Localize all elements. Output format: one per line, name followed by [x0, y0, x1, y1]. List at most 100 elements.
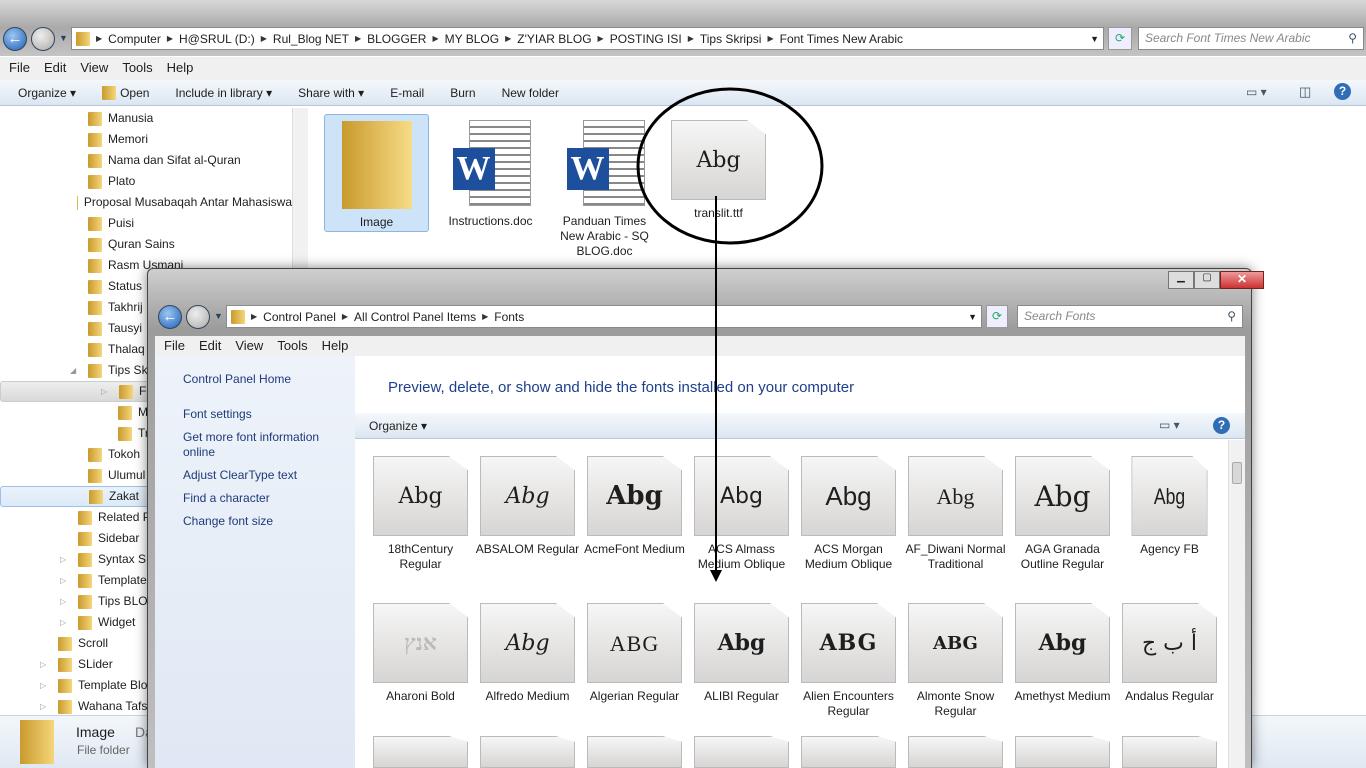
forward-button[interactable]: → [31, 27, 55, 51]
toolbar-e-mail[interactable]: E-mail [390, 86, 424, 100]
toolbar-burn[interactable]: Burn [450, 86, 475, 100]
font-preview-icon[interactable] [373, 736, 468, 768]
font-preview-icon[interactable] [1015, 736, 1110, 768]
expand-icon[interactable]: ▷ [40, 654, 52, 675]
recent-pages-dropdown[interactable]: ▼ [59, 33, 68, 43]
font-item[interactable]: Abg AcmeFont Medium [581, 456, 688, 557]
organize-button[interactable]: Organize ▾ [369, 419, 427, 433]
tree-item[interactable]: Quran Sains [0, 234, 292, 255]
font-item[interactable]: Abg 18thCentury Regular [367, 456, 474, 572]
search-input[interactable]: Search Font Times New Arabic ⚲ [1138, 27, 1364, 50]
maximize-button[interactable]: ▢ [1194, 271, 1220, 289]
address-dropdown-icon[interactable]: ▼ [968, 312, 977, 322]
breadcrumb-item[interactable]: Rul_Blog NET [273, 32, 349, 46]
font-item[interactable]: Abg ACS Almass Medium Oblique [688, 456, 795, 572]
help-icon[interactable]: ? [1334, 83, 1351, 100]
breadcrumb-separator[interactable]: ▶ [505, 34, 511, 43]
font-preview-icon[interactable] [801, 736, 896, 768]
expand-icon[interactable]: ▷ [60, 549, 72, 570]
minimize-button[interactable]: ▁ [1168, 271, 1194, 289]
task-link[interactable]: Control Panel Home [183, 372, 327, 387]
expand-icon[interactable]: ◢ [70, 360, 82, 381]
preview-pane-icon[interactable]: ◫ [1299, 84, 1311, 100]
font-preview-icon[interactable] [1122, 736, 1217, 768]
scrollbar-thumb[interactable] [1232, 462, 1242, 484]
font-preview-icon[interactable] [587, 736, 682, 768]
toolbar-new-folder[interactable]: New folder [502, 86, 559, 100]
menu-tools[interactable]: Tools [122, 60, 152, 77]
expand-icon[interactable]: ▷ [60, 570, 72, 591]
breadcrumb-separator[interactable]: ▶ [598, 34, 604, 43]
back-button[interactable]: ← [3, 27, 27, 51]
address-bar[interactable]: ▶ Control Panel ▶ All Control Panel Items ▶ F… [226, 305, 982, 328]
toolbar-open[interactable]: Open [102, 85, 149, 100]
expand-icon[interactable]: ▷ [101, 381, 113, 402]
breadcrumb-separator[interactable]: ▶ [342, 312, 348, 321]
breadcrumb-separator[interactable]: ▶ [167, 34, 173, 43]
tree-item[interactable]: Manusia [0, 108, 292, 129]
expand-icon[interactable]: ▷ [60, 612, 72, 633]
tree-item[interactable]: Plato [0, 171, 292, 192]
font-item[interactable]: Abg ALIBI Regular [688, 603, 795, 704]
breadcrumb-item[interactable]: Control Panel [263, 310, 336, 324]
breadcrumb-separator[interactable]: ▶ [482, 312, 488, 321]
breadcrumb-item[interactable]: Z'YIAR BLOG [517, 32, 591, 46]
recent-pages-dropdown[interactable]: ▼ [214, 311, 223, 321]
help-icon[interactable]: ? [1213, 417, 1230, 434]
task-link[interactable]: Get more font information online [183, 430, 327, 460]
content-scrollbar[interactable] [1228, 440, 1245, 768]
view-options-icon[interactable]: ▭ ▾ [1246, 85, 1267, 99]
back-button[interactable]: ← [158, 305, 182, 329]
close-button[interactable]: ✕ [1220, 271, 1264, 289]
menu-help[interactable]: Help [167, 60, 194, 77]
font-item[interactable]: Abg AGA Granada Outline Regular [1009, 456, 1116, 572]
expand-icon[interactable]: ▷ [60, 591, 72, 612]
expand-icon[interactable]: ▷ [40, 696, 52, 715]
breadcrumb-item[interactable]: MY BLOG [445, 32, 499, 46]
breadcrumb-separator[interactable]: ▶ [688, 34, 694, 43]
breadcrumb-item[interactable]: Fonts [494, 310, 524, 324]
font-item[interactable]: Abg ABSALOM Regular [474, 456, 581, 557]
file-item[interactable]: Abg translit.ttf [666, 114, 771, 232]
breadcrumb-item[interactable]: H@SRUL (D:) [179, 32, 255, 46]
view-options-icon[interactable]: ▭ ▾ [1159, 418, 1180, 432]
breadcrumb-separator[interactable]: ▶ [767, 34, 773, 43]
breadcrumb-separator[interactable]: ▶ [355, 34, 361, 43]
task-link[interactable]: Change font size [183, 514, 327, 529]
file-item[interactable]: W Instructions.doc [438, 114, 543, 232]
menu-help[interactable]: Help [322, 338, 349, 353]
search-input[interactable]: Search Fonts ⚲ [1017, 305, 1243, 328]
menu-view[interactable]: View [235, 338, 263, 353]
breadcrumb-separator[interactable]: ▶ [432, 34, 438, 43]
task-link[interactable]: Find a character [183, 491, 327, 506]
breadcrumb-item[interactable]: Font Times New Arabic [780, 32, 903, 46]
address-dropdown-icon[interactable]: ▼ [1090, 34, 1099, 44]
font-item[interactable]: Abg Alfredo Medium [474, 603, 581, 704]
breadcrumb-item[interactable]: All Control Panel Items [354, 310, 476, 324]
tree-item[interactable]: Nama dan Sifat al-Quran [0, 150, 292, 171]
font-item[interactable]: Abg Agency FB [1116, 456, 1223, 557]
breadcrumb-separator[interactable]: ▶ [96, 34, 102, 43]
font-item[interactable]: ABG Algerian Regular [581, 603, 688, 704]
breadcrumb-item[interactable]: BLOGGER [367, 32, 426, 46]
task-link[interactable]: Adjust ClearType text [183, 468, 327, 483]
menu-edit[interactable]: Edit [199, 338, 221, 353]
task-link[interactable]: Font settings [183, 407, 327, 422]
font-item[interactable]: אנץ Aharoni Bold [367, 603, 474, 704]
font-item[interactable]: Abg AF_Diwani Normal Traditional [902, 456, 1009, 572]
file-item[interactable]: Image [324, 114, 429, 232]
font-preview-icon[interactable] [480, 736, 575, 768]
expand-icon[interactable]: ▷ [40, 675, 52, 696]
tree-item[interactable]: Proposal Musabaqah Antar Mahasiswa [0, 192, 292, 213]
breadcrumb-item[interactable]: Computer [108, 32, 161, 46]
font-item[interactable]: ABG Almonte Snow Regular [902, 603, 1009, 719]
breadcrumb-item[interactable]: Tips Skripsi [700, 32, 762, 46]
menu-file[interactable]: File [9, 60, 30, 77]
tree-item[interactable]: Memori [0, 129, 292, 150]
tree-item[interactable]: Puisi [0, 213, 292, 234]
forward-button[interactable]: → [186, 305, 210, 329]
menu-edit[interactable]: Edit [44, 60, 66, 77]
menu-view[interactable]: View [80, 60, 108, 77]
font-preview-icon[interactable] [694, 736, 789, 768]
font-item[interactable]: Abg Amethyst Medium [1009, 603, 1116, 704]
